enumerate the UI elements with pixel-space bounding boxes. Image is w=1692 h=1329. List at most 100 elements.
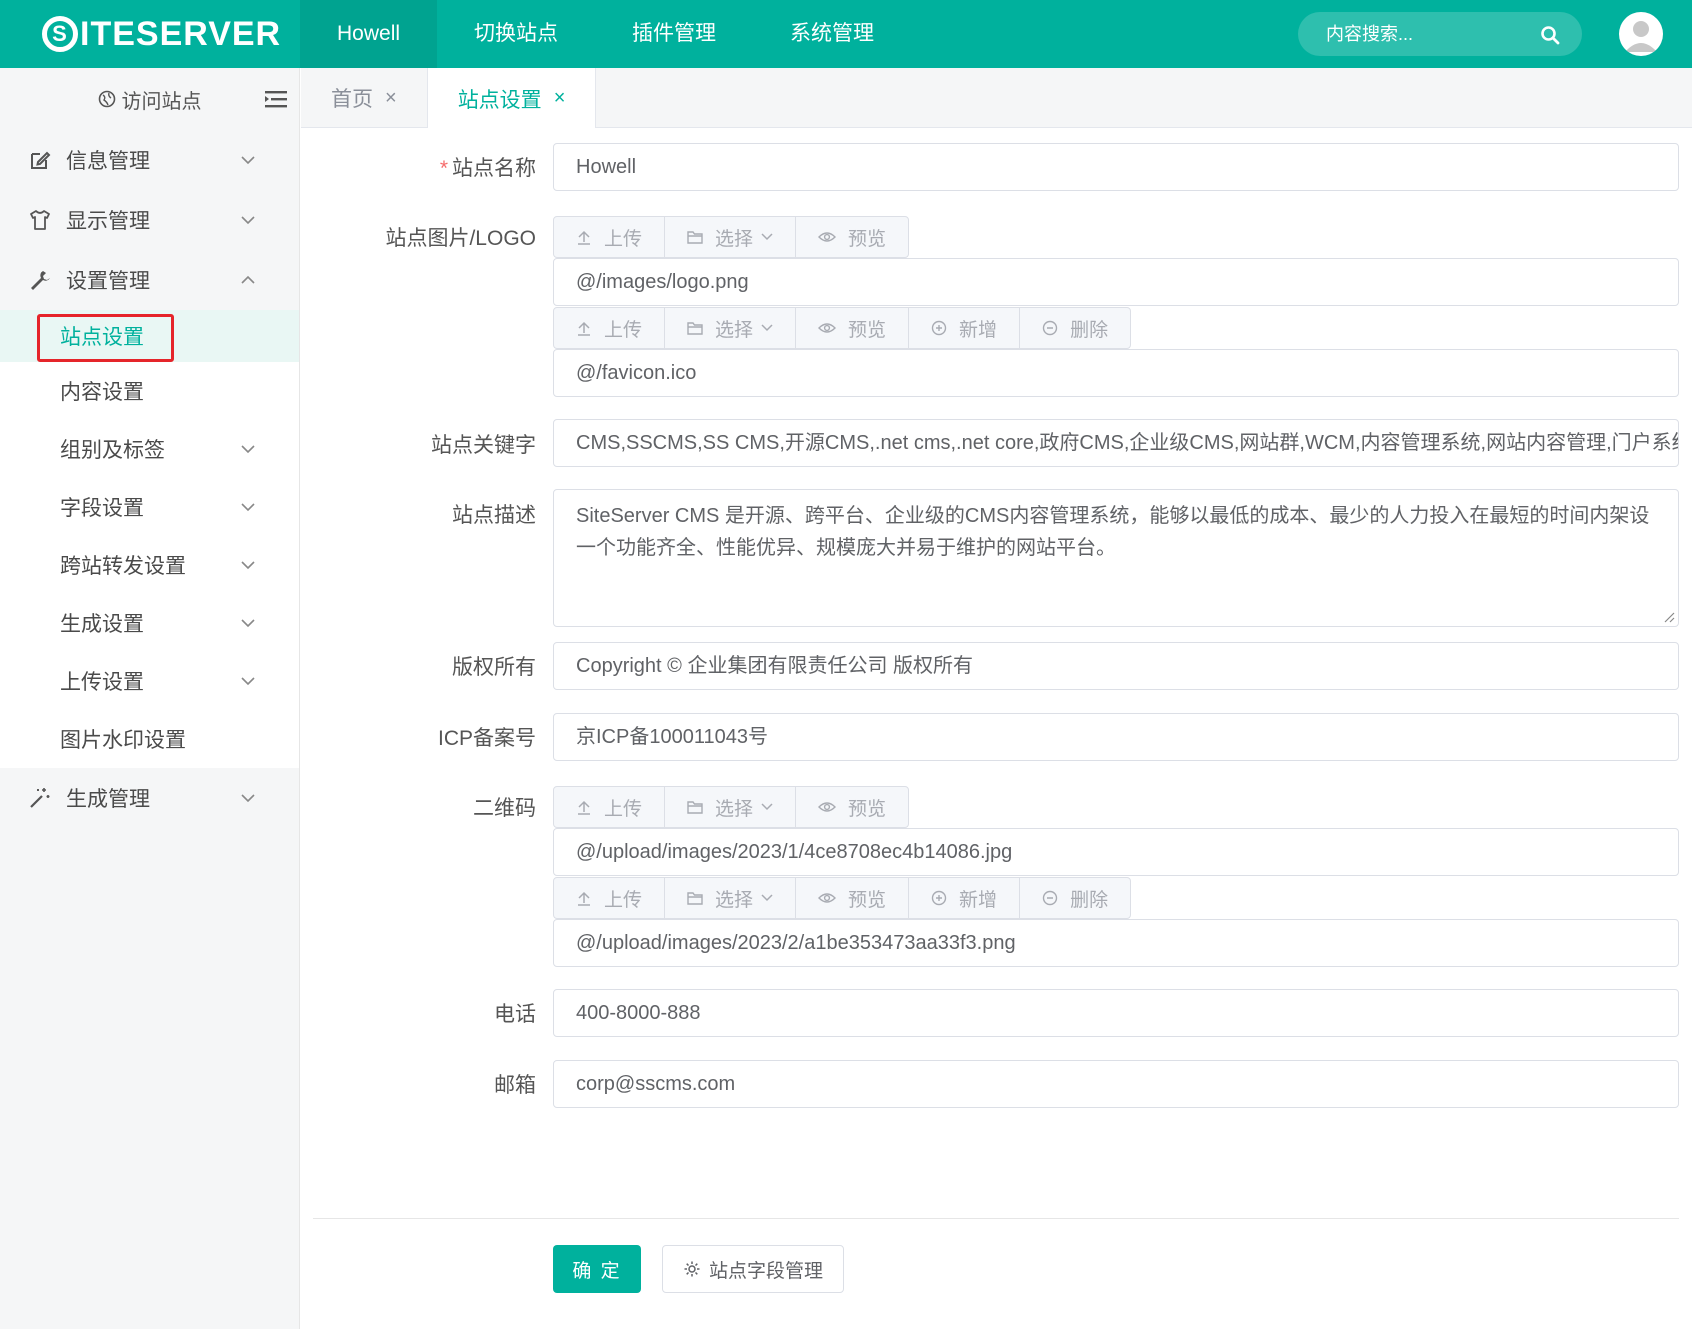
upload-button[interactable]: 上传: [554, 787, 666, 827]
chevron-down-icon: [761, 324, 773, 332]
sub-label: 图片水印设置: [60, 729, 186, 752]
sidebar-item-watermark-settings[interactable]: 图片水印设置: [0, 710, 299, 768]
email-input[interactable]: corp@sscms.com: [553, 1060, 1679, 1108]
tab-home[interactable]: 首页 ×: [301, 68, 427, 128]
user-avatar[interactable]: [1619, 12, 1663, 56]
btn-label: 删除: [1070, 889, 1109, 911]
upload-icon: [578, 800, 590, 815]
menu-generate-manage[interactable]: 生成管理: [0, 768, 299, 828]
top-bar: S ITESERVER Howell 切换站点 插件管理 系统管理: [0, 0, 1692, 68]
site-name-input[interactable]: Howell: [553, 143, 1679, 191]
btn-label: 选择: [715, 319, 754, 341]
site-name-label: * 站点名称: [440, 152, 536, 182]
close-icon[interactable]: ×: [385, 87, 397, 110]
sidebar-item-cross-site[interactable]: 跨站转发设置: [0, 536, 299, 594]
menu-label: 生成管理: [66, 788, 150, 811]
edit-icon: [31, 151, 51, 169]
sidebar-item-field-settings[interactable]: 字段设置: [0, 478, 299, 536]
close-icon[interactable]: ×: [554, 87, 566, 110]
globe-icon: [98, 90, 115, 108]
btn-label: 上传: [604, 798, 643, 820]
copyright-input[interactable]: Copyright © 企业集团有限责任公司 版权所有: [553, 642, 1679, 690]
sub-label: 上传设置: [60, 671, 144, 694]
copyright-label: 版权所有: [452, 656, 536, 679]
menu-display-manage[interactable]: 显示管理: [0, 190, 299, 250]
chevron-down-icon: [761, 803, 773, 811]
sidebar-item-site-settings[interactable]: 站点设置: [0, 310, 299, 362]
site-field-manage-button[interactable]: 站点字段管理: [662, 1245, 844, 1293]
form-divider: [313, 1218, 1679, 1219]
icp-input[interactable]: 京ICP备100011043号: [553, 713, 1679, 761]
upload-button[interactable]: 上传: [554, 308, 666, 348]
qrcode-label: 二维码: [473, 797, 536, 820]
visit-site-link[interactable]: 访问站点: [122, 85, 202, 114]
select-button[interactable]: 选择: [665, 787, 797, 827]
sub-label: 站点设置: [60, 326, 144, 349]
minus-circle-icon: [1042, 320, 1058, 336]
eye-icon: [818, 323, 837, 333]
sidebar-item-groups-tags[interactable]: 组别及标签: [0, 420, 299, 478]
sidebar: 访问站点 信息管理 显示管理 设置管理 站点设置 内容设置 组别及标签 字段设置: [0, 68, 300, 1329]
logo-path-input[interactable]: @/images/logo.png: [553, 258, 1679, 306]
tab-label: 站点设置: [457, 88, 542, 112]
btn-label: 选择: [715, 798, 754, 820]
menu-collapse-icon[interactable]: [265, 90, 287, 108]
eye-icon: [818, 893, 837, 903]
menu-info-manage[interactable]: 信息管理: [0, 130, 299, 190]
select-button[interactable]: 选择: [665, 308, 797, 348]
sidebar-item-upload-settings[interactable]: 上传设置: [0, 652, 299, 710]
topnav-switch-site[interactable]: 切换站点: [437, 0, 595, 68]
phone-input[interactable]: 400-8000-888: [553, 989, 1679, 1037]
chevron-down-icon: [241, 677, 255, 686]
upload-button[interactable]: 上传: [554, 878, 666, 918]
select-button[interactable]: 选择: [665, 217, 797, 257]
add-button[interactable]: 新增: [909, 308, 1021, 348]
sidebar-item-generate-settings[interactable]: 生成设置: [0, 594, 299, 652]
add-button[interactable]: 新增: [909, 878, 1021, 918]
logo-mark: S: [42, 16, 78, 52]
qrcode-path-input-2[interactable]: @/upload/images/2023/2/a1be353473aa33f3.…: [553, 919, 1679, 967]
content-search: [1298, 12, 1582, 56]
topnav-site-howell[interactable]: Howell: [300, 0, 438, 68]
btn-label: 上传: [604, 228, 643, 250]
menu-label: 信息管理: [66, 150, 150, 173]
logo[interactable]: S ITESERVER: [42, 12, 281, 56]
folder-icon: [687, 892, 703, 905]
qrcode-path-input-1[interactable]: @/upload/images/2023/1/4ce8708ec4b14086.…: [553, 828, 1679, 876]
keywords-input[interactable]: CMS,SSCMS,SS CMS,开源CMS,.net cms,.net cor…: [553, 419, 1679, 467]
topnav-system-manage[interactable]: 系统管理: [753, 0, 911, 68]
chevron-down-icon: [241, 794, 255, 803]
chevron-down-icon: [241, 445, 255, 454]
search-icon[interactable]: [1540, 25, 1560, 45]
description-textarea[interactable]: SiteServer CMS 是开源、跨平台、企业级的CMS内容管理系统，能够以…: [553, 489, 1679, 627]
settings-submenu: 站点设置 内容设置 组别及标签 字段设置 跨站转发设置 生成设置 上传设置 图片…: [0, 310, 299, 768]
upload-button[interactable]: 上传: [554, 217, 666, 257]
logo-button-group: 上传 选择 预览: [553, 216, 910, 258]
icp-label: ICP备案号: [437, 727, 536, 750]
menu-label: 显示管理: [66, 210, 150, 233]
btn-label: 选择: [715, 228, 754, 250]
select-button[interactable]: 选择: [665, 878, 797, 918]
sub-label: 组别及标签: [60, 439, 165, 462]
preview-button[interactable]: 预览: [796, 787, 908, 827]
preview-button[interactable]: 预览: [796, 217, 908, 257]
menu-settings-manage[interactable]: 设置管理: [0, 250, 299, 310]
delete-button[interactable]: 删除: [1020, 308, 1130, 348]
sidebar-item-content-settings[interactable]: 内容设置: [0, 362, 299, 420]
topnav-plugin-manage[interactable]: 插件管理: [595, 0, 753, 68]
delete-button[interactable]: 删除: [1020, 878, 1130, 918]
submit-button[interactable]: 确 定: [553, 1245, 641, 1293]
btn-label: 新增: [959, 319, 998, 341]
btn-label: 选择: [715, 889, 754, 911]
resize-handle-icon[interactable]: [1663, 611, 1675, 623]
favicon-path-input[interactable]: @/favicon.ico: [553, 349, 1679, 397]
top-nav: Howell 切换站点 插件管理 系统管理: [300, 0, 911, 68]
tab-site-settings[interactable]: 站点设置 ×: [426, 68, 597, 129]
label-text: 站点名称: [452, 157, 536, 180]
wrench-icon: [31, 271, 50, 290]
preview-button[interactable]: 预览: [796, 878, 910, 918]
preview-button[interactable]: 预览: [796, 308, 910, 348]
eye-icon: [818, 232, 837, 242]
menu-label: 设置管理: [66, 270, 150, 293]
search-input[interactable]: [1326, 12, 1536, 56]
